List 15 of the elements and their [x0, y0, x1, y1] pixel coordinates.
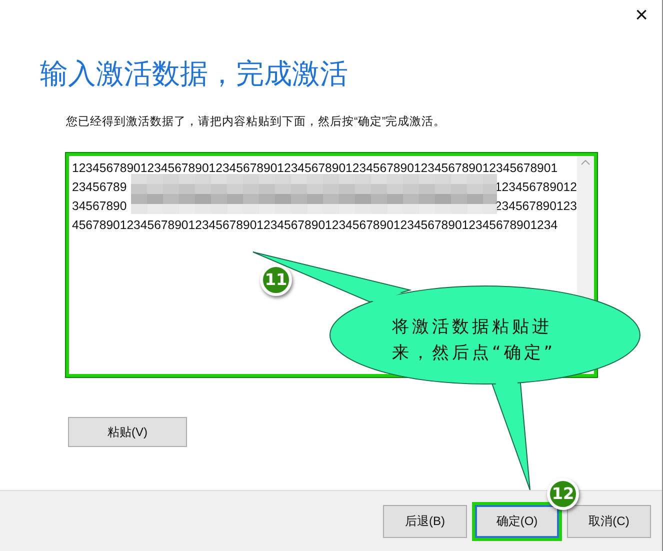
data-text-line: 234567890123 [494, 198, 577, 216]
page-title: 输入激活数据，完成激活 [40, 57, 348, 91]
scroll-up-icon[interactable] [581, 160, 590, 166]
data-text-line: 12345678901234567890123456789012345678901234567890123456789012345678901 [72, 160, 558, 178]
step-badge: 12 [547, 478, 579, 510]
data-text-line: 34567890 [72, 198, 127, 216]
data-text-line: 45678901234567890123456789012345678901234567890123456789012345678901234 [72, 217, 558, 234]
callout-text: 将激活数据粘贴进来，然后点“确定” [392, 316, 557, 365]
instruction-text: 您已经得到激活数据了，请把内容粘贴到下面，然后按“确定”完成激活。 [66, 114, 446, 130]
paste-button[interactable]: 粘贴(V) [68, 417, 187, 448]
dialog-button[interactable]: 取消(C) [567, 504, 651, 538]
close-button[interactable]: × [635, 4, 648, 30]
data-text-line: 23456789 [72, 179, 127, 196]
data-text-line: 123456789012 [494, 179, 577, 196]
dialog-button[interactable]: 后退(B) [383, 504, 467, 538]
